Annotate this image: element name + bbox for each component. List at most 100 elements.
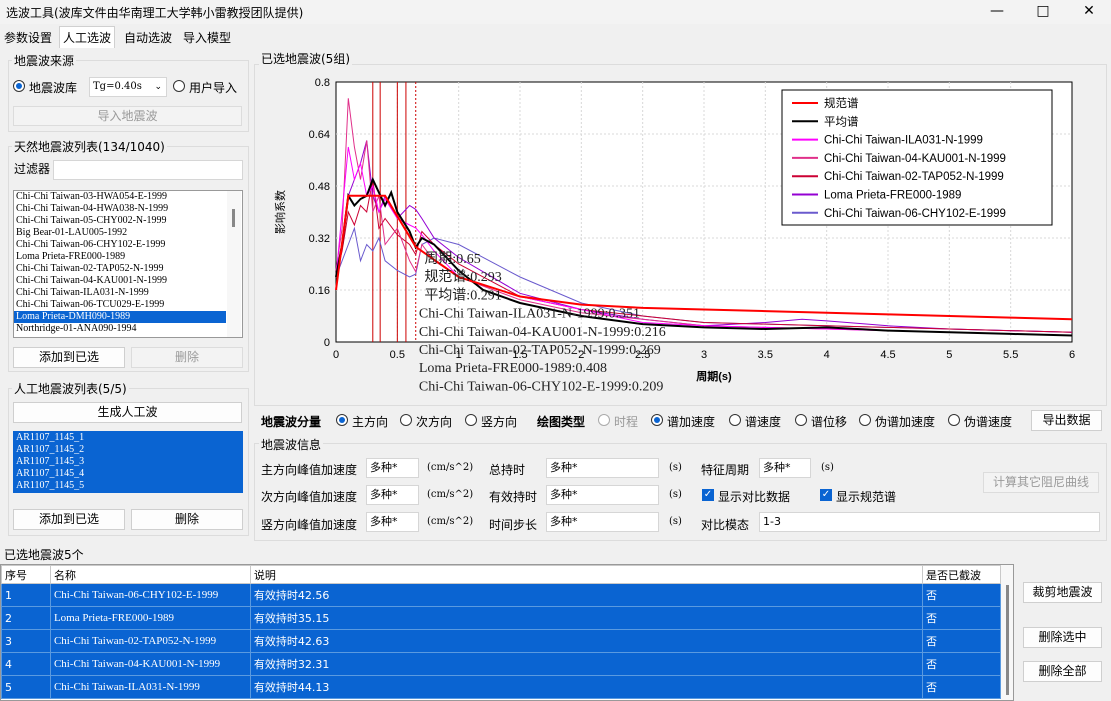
spectrum-chart-area[interactable]: 0 0.5 1 1.5 2 2.5 3 3.5 4 4.5 5 5.5 6 0 0.16 0.32 0.48 0.… [257, 67, 1103, 402]
y-tick-label: 0.16 [309, 285, 330, 297]
list-item[interactable]: AR1107_1145_3 [14, 456, 242, 468]
table-header-cell[interactable]: 说明 [249, 565, 924, 584]
table-cell: 有效持时42.56 [249, 583, 924, 607]
main-pga-label: 主方向峰值加速度 [261, 463, 358, 477]
table-cell: 否 [922, 629, 1001, 653]
radio-plot-sv[interactable] [729, 414, 741, 426]
sec-pga-field[interactable]: 多种* [366, 485, 419, 505]
list-item[interactable]: Chi-Chi Taiwan-04-KAU001-N-1999 [14, 275, 226, 287]
tab-auto-select[interactable]: 自动选波 [121, 29, 175, 46]
radio-plot-psa[interactable] [859, 414, 871, 426]
natural-add-button[interactable]: 添加到已选 [13, 347, 125, 368]
tab-params[interactable]: 参数设置 [1, 29, 55, 46]
table-cell: Chi-Chi Taiwan-06-CHY102-E-1999 [49, 583, 251, 607]
list-item[interactable]: AR1107_1145_4 [14, 468, 242, 480]
list-item[interactable]: Chi-Chi Taiwan-ILA031-N-1999 [14, 287, 226, 299]
scroll-thumb[interactable] [232, 209, 235, 227]
list-item[interactable]: Northridge-01-ANA090-1994 [14, 323, 226, 335]
cursor-readout: Chi-Chi Taiwan-02-TAP052-N-1999:0.269 [419, 343, 661, 358]
table-cell: 否 [922, 675, 1001, 699]
natural-delete-button[interactable]: 删除 [131, 347, 243, 368]
radio-library[interactable] [13, 80, 25, 92]
tab-manual-select[interactable]: 人工选波 [59, 26, 116, 48]
radio-user-import[interactable] [173, 80, 185, 92]
time-step-field[interactable]: 多种* [546, 512, 659, 532]
list-item[interactable]: AR1107_1145_5 [14, 480, 242, 492]
radio-comp-secondary[interactable] [400, 414, 412, 426]
delete-selected-button[interactable]: 删除选中 [1023, 627, 1102, 648]
list-item[interactable]: Chi-Chi Taiwan-05-CHY002-N-1999 [14, 215, 226, 227]
list-item[interactable]: AR1107_1145_2 [14, 444, 242, 456]
tab-import-model[interactable]: 导入模型 [180, 29, 234, 46]
table-row[interactable]: 5 Chi-Chi Taiwan-ILA031-N-1999 有效持时44.13 否 [1, 675, 1001, 699]
artificial-add-button[interactable]: 添加到已选 [13, 509, 125, 530]
filter-input[interactable] [53, 160, 243, 180]
spectrum-chart[interactable]: 0 0.5 1 1.5 2 2.5 3 3.5 4 4.5 5 5.5 600.160.320.480.… [257, 67, 1103, 402]
total-duration-field[interactable]: 多种* [546, 458, 659, 478]
eff-duration-unit: (s) [669, 489, 682, 500]
selected-table[interactable]: 序号 名称 说明 是否已截波 1 Chi-Chi Taiwan-06-CHY102-E-… [1, 565, 1001, 699]
cut-quake-button[interactable]: 裁剪地震波 [1023, 582, 1102, 603]
radio-plot-sa[interactable] [651, 414, 663, 426]
char-period-field[interactable]: 多种* [759, 458, 811, 478]
radio-plot-sd[interactable] [795, 414, 807, 426]
ver-pga-field[interactable]: 多种* [366, 512, 419, 532]
import-quake-button[interactable]: 导入地震波 [13, 106, 242, 126]
radio-plot-sv-label: 谱速度 [745, 415, 782, 429]
table-row[interactable]: 4 Chi-Chi Taiwan-04-KAU001-N-1999 有效持时32.3… [1, 652, 1001, 676]
export-data-button[interactable]: 导出数据 [1031, 410, 1102, 431]
tg-select-value: Tg=0.40s [93, 81, 142, 92]
natural-title: 天然地震波列表(134/1040) [12, 138, 167, 155]
cursor-readout: 规范谱:0.293 [424, 268, 501, 285]
table-scroll-thumb[interactable] [1006, 585, 1009, 695]
list-item[interactable]: Loma Prieta-FRE000-1989 [14, 251, 226, 263]
generate-artificial-button[interactable]: 生成人工波 [13, 402, 242, 423]
list-item[interactable]: Chi-Chi Taiwan-03-HWA054-E-1999 [14, 191, 226, 203]
x-tick-label: 4.5 [880, 349, 895, 361]
table-header-cell[interactable]: 名称 [49, 565, 251, 584]
list-item[interactable]: Chi-Chi Taiwan-06-TCU029-E-1999 [14, 299, 226, 311]
delete-all-button[interactable]: 删除全部 [1023, 661, 1102, 682]
table-scrollbar[interactable] [1001, 565, 1013, 700]
table-row[interactable]: 3 Chi-Chi Taiwan-02-TAP052-N-1999 有效持时42.6… [1, 629, 1001, 653]
eff-duration-label: 有效持时 [489, 490, 538, 504]
artificial-quake-list[interactable]: AR1107_1145_1 AR1107_1145_2 AR1107_1145_3 A… [13, 431, 243, 493]
list-item[interactable]: Chi-Chi Taiwan-06-CHY102-E-1999 [14, 239, 226, 251]
table-row[interactable]: 2 Loma Prieta-FRE000-1989 有效持时35.15 否 [1, 606, 1001, 630]
table-header-cell[interactable]: 是否已截波 [922, 565, 1001, 584]
natural-quake-list[interactable]: Chi-Chi Taiwan-03-HWA054-E-1999 Chi-Chi T… [13, 190, 243, 338]
show-code-checkbox[interactable]: ✓ [820, 489, 832, 501]
time-step-label: 时间步长 [489, 518, 538, 532]
table-cell: Chi-Chi Taiwan-ILA031-N-1999 [49, 675, 251, 699]
list-item[interactable]: Loma Prieta-DMH090-1989 [14, 311, 226, 323]
radio-plot-psv[interactable] [948, 414, 960, 426]
selected-table-wrap[interactable]: 序号 名称 说明 是否已截波 1 Chi-Chi Taiwan-06-CHY102-E-… [0, 564, 1014, 701]
list-item[interactable]: Chi-Chi Taiwan-04-HWA038-N-1999 [14, 203, 226, 215]
minimize-icon[interactable]: — [974, 0, 1020, 24]
show-code-label: 显示规范谱 [836, 490, 897, 504]
close-icon[interactable]: ✕ [1066, 0, 1111, 24]
radio-comp-vertical[interactable] [465, 414, 477, 426]
show-compare-checkbox[interactable]: ✓ [702, 489, 714, 501]
eff-duration-field[interactable]: 多种* [546, 485, 659, 505]
list-item[interactable]: AR1107_1145_1 [14, 432, 242, 444]
x-tick-label: 3.5 [758, 349, 773, 361]
radio-plot-history[interactable] [598, 414, 610, 426]
list-item[interactable]: Big Bear-01-LAU005-1992 [14, 227, 226, 239]
list-item[interactable]: Chi-Chi Taiwan-02-TAP052-N-1999 [14, 263, 226, 275]
calc-damping-button[interactable]: 计算其它阻尼曲线 [983, 472, 1099, 493]
radio-comp-main[interactable] [336, 414, 348, 426]
table-header-cell[interactable]: 序号 [1, 565, 51, 584]
compare-modes-field[interactable]: 1-3 [759, 512, 1100, 532]
table-header-row: 序号 名称 说明 是否已截波 [1, 565, 1001, 584]
maximize-icon[interactable]: □ [1020, 0, 1066, 24]
artificial-delete-button[interactable]: 删除 [131, 509, 243, 530]
table-cell: 有效持时44.13 [249, 675, 924, 699]
tg-select[interactable]: Tg=0.40s ⌄ [89, 77, 167, 97]
table-cell: 否 [922, 583, 1001, 607]
list-scrollbar[interactable] [227, 191, 241, 337]
main-pga-field[interactable]: 多种* [366, 458, 419, 478]
legend-entry: 规范谱 [824, 96, 859, 110]
table-row[interactable]: 1 Chi-Chi Taiwan-06-CHY102-E-1999 有效持时42.5… [1, 583, 1001, 607]
total-duration-label: 总持时 [489, 463, 526, 477]
